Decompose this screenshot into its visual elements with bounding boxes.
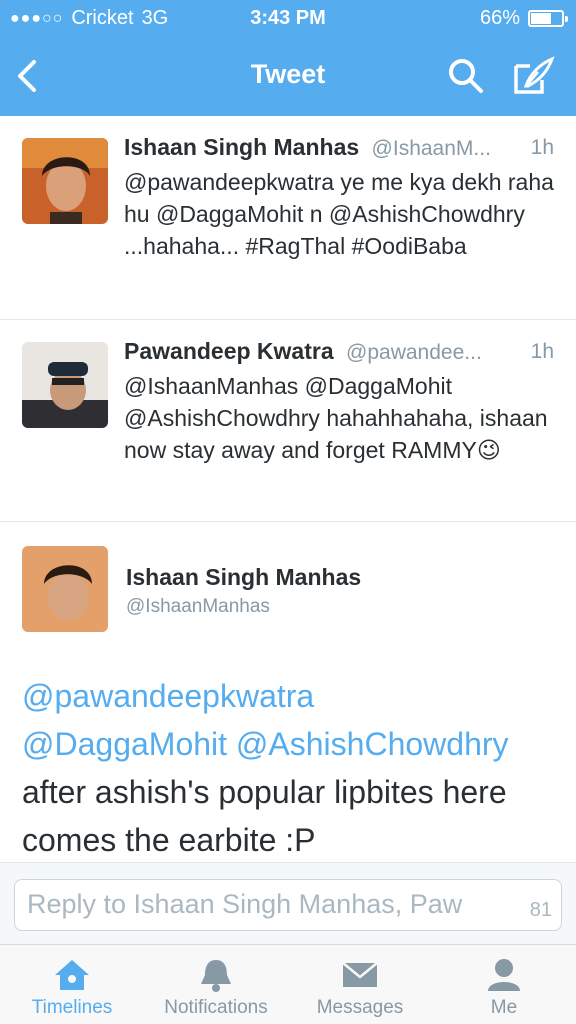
- page-title: Tweet: [250, 59, 326, 89]
- tab-messages[interactable]: Messages: [288, 945, 432, 1024]
- tab-label: Notifications: [164, 997, 268, 1018]
- author-name[interactable]: Ishaan Singh Manhas: [124, 134, 359, 160]
- mention-link[interactable]: @pawandeepkwatra: [22, 678, 314, 714]
- mention-link[interactable]: @DaggaMohit: [22, 726, 227, 762]
- tweet-time: 1h: [530, 136, 554, 159]
- avatar[interactable]: [22, 342, 108, 428]
- reply-bar: Reply to Ishaan Singh Manhas, Paw 81: [0, 862, 576, 944]
- bell-icon: [201, 960, 231, 992]
- reply-input[interactable]: Reply to Ishaan Singh Manhas, Paw: [14, 879, 562, 931]
- tab-notifications[interactable]: Notifications: [144, 945, 288, 1024]
- tweet-item[interactable]: Pawandeep Kwatra @pawandee... 1h @Ishaan…: [0, 320, 576, 522]
- avatar[interactable]: [22, 138, 108, 224]
- author-name[interactable]: Pawandeep Kwatra: [124, 338, 334, 364]
- mention-link[interactable]: @AshishChowdhry: [236, 726, 509, 762]
- author-handle: @IshaanManhas: [126, 596, 270, 617]
- top-bar: ●●●○○ Cricket 3G 3:43 PM 66% Tweet: [0, 0, 576, 116]
- author-handle: @IshaanM...: [371, 137, 491, 160]
- compose-icon[interactable]: [512, 56, 556, 96]
- focused-tweet: Ishaan Singh Manhas @IshaanManhas @pawan…: [0, 522, 576, 862]
- tweet-text: @pawandeepkwatra @DaggaMohit @AshishChow…: [22, 672, 562, 864]
- envelope-icon: [342, 962, 378, 987]
- nav-bar: Tweet: [0, 50, 576, 102]
- home-icon: [55, 960, 89, 990]
- tab-me[interactable]: Me: [432, 945, 576, 1024]
- tweet-text: @pawandeepkwatra ye me kya dekh raha hu …: [124, 169, 554, 259]
- tweet-text: @IshaanManhas @DaggaMohit @AshishChowdhr…: [124, 373, 548, 463]
- author-name[interactable]: Ishaan Singh Manhas: [126, 564, 361, 591]
- avatar[interactable]: [22, 546, 108, 632]
- author-handle: @pawandee...: [346, 341, 482, 364]
- status-bar: ●●●○○ Cricket 3G 3:43 PM 66%: [0, 0, 576, 38]
- tweet-item[interactable]: Ishaan Singh Manhas @IshaanM... 1h @pawa…: [0, 116, 576, 320]
- tab-bar: Timelines Notifications Messages Me: [0, 944, 576, 1024]
- tweet-body: after ashish's popular lipbites here com…: [22, 774, 507, 858]
- tab-label: Messages: [316, 997, 404, 1018]
- tab-label: Me: [490, 997, 518, 1018]
- battery-icon: [528, 10, 568, 27]
- char-count: 81: [529, 899, 552, 921]
- person-icon: [488, 959, 520, 991]
- tweet-time: 1h: [530, 340, 554, 363]
- tab-label: Timelines: [31, 997, 113, 1018]
- search-icon[interactable]: [446, 56, 486, 96]
- tab-timelines[interactable]: Timelines: [0, 945, 144, 1024]
- battery-percent: 66%: [479, 7, 520, 29]
